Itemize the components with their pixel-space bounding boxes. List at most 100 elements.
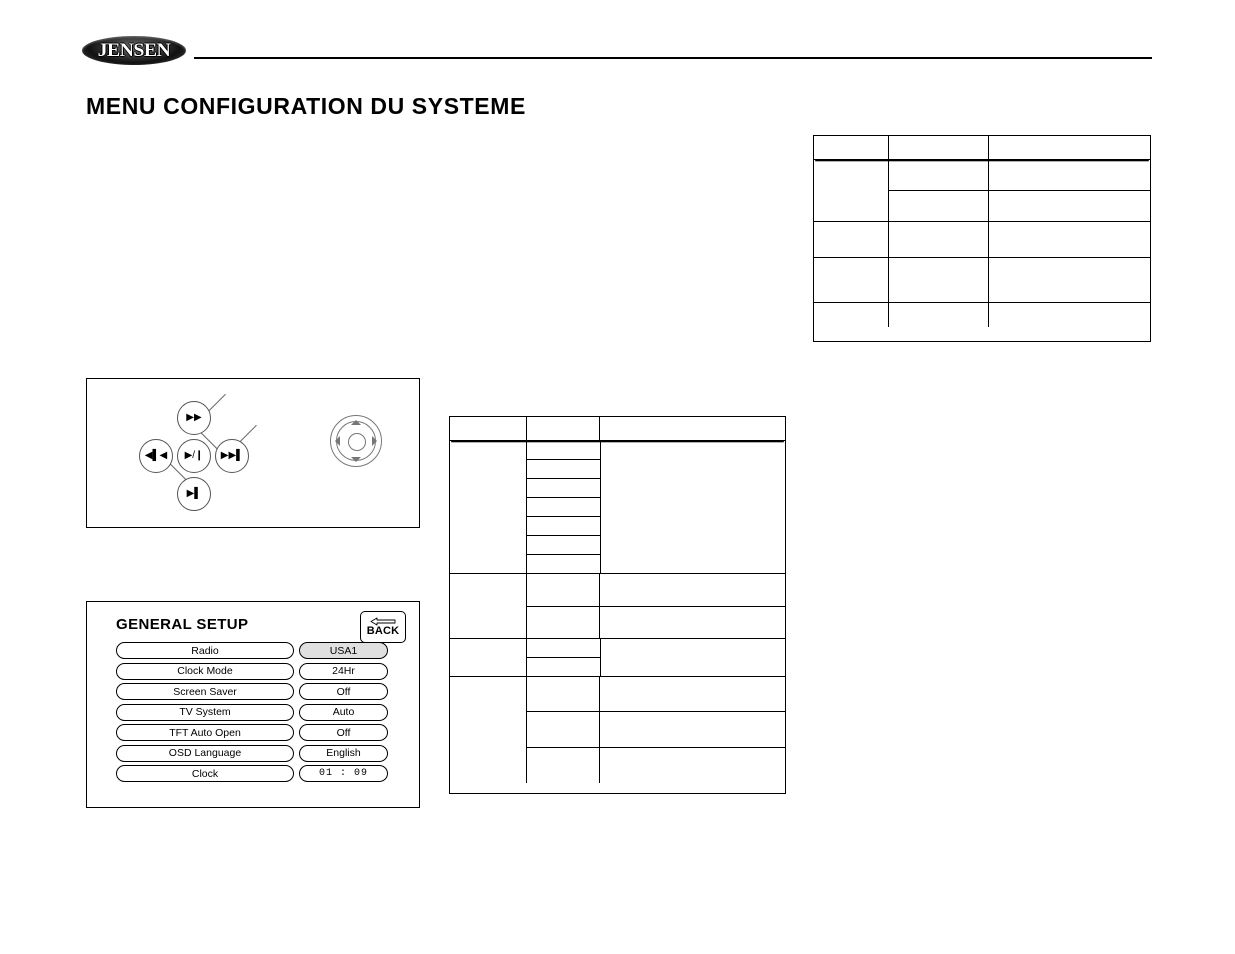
table-cell-description	[600, 441, 785, 573]
step-button[interactable]: ▶▌	[177, 477, 211, 511]
table-cell-option	[527, 441, 600, 460]
osd-label-clock[interactable]: Clock	[116, 765, 294, 782]
osd-value-radio[interactable]: USA1	[299, 642, 388, 659]
directional-pad[interactable]	[330, 415, 382, 467]
osd-value-tft-auto-open[interactable]: Off	[299, 724, 388, 741]
table-cell-group-label	[450, 677, 527, 783]
table-cell-description	[600, 748, 785, 783]
table-subrow	[527, 677, 785, 713]
table-cell-option	[889, 160, 989, 190]
table-header-cell-1	[450, 417, 527, 440]
table-cell-description	[600, 677, 785, 711]
table-cell-group-label	[450, 639, 527, 676]
table-row	[450, 574, 785, 639]
table-cell-option	[527, 606, 600, 638]
table-subrow	[889, 160, 1150, 191]
osd-value-osd-language[interactable]: English	[299, 744, 388, 762]
table-header-cell-3	[600, 417, 785, 440]
osd-label-tft-auto-open[interactable]: TFT Auto Open	[116, 724, 294, 741]
table-cell-group-label	[814, 258, 889, 302]
table-cell-description	[600, 712, 785, 747]
table-row	[814, 258, 1150, 303]
table-cell-option	[527, 517, 600, 536]
remote-button-diagram: ▶▶ ◀▌◀ ▶/❙ ▶▶▌ ▶▌	[86, 378, 420, 528]
back-button-label: BACK	[366, 625, 400, 637]
table-row	[814, 222, 1150, 258]
next-track-button[interactable]: ▶▶▌	[215, 439, 249, 473]
osd-value-screen-saver[interactable]: Off	[299, 683, 388, 700]
table-header-cell-2	[527, 417, 600, 440]
settings-reference-table-top-right	[813, 135, 1151, 342]
table-cell-description	[989, 258, 1150, 302]
jensen-logo-text: JENSEN	[97, 40, 171, 61]
osd-row-radio: Radio USA1	[116, 642, 388, 659]
dpad-up-arrow-icon[interactable]	[351, 420, 361, 425]
table-header-row	[814, 136, 1150, 160]
table-cell-group-label	[450, 574, 527, 638]
table-subrow	[889, 191, 1150, 221]
settings-reference-table-bottom	[449, 416, 786, 794]
table-cell-description	[989, 191, 1150, 221]
table-header-cell-1	[814, 136, 889, 159]
jensen-ellipse-logo: JENSEN	[82, 36, 186, 65]
osd-value-clock-mode[interactable]: 24Hr	[299, 662, 388, 680]
table-cell-group-label	[814, 222, 889, 257]
fast-forward-icon: ▶▶	[186, 412, 202, 423]
table-subrow	[527, 712, 785, 749]
table-row	[450, 677, 785, 783]
table-cell-description	[989, 303, 1150, 327]
table-cell-option	[527, 677, 600, 712]
table-cell-option	[527, 479, 600, 498]
osd-row-clock: Clock 01 : 09	[116, 765, 388, 782]
table-header-row	[450, 417, 785, 441]
table-row	[814, 303, 1150, 327]
table-subrow	[527, 606, 785, 639]
table-row	[450, 639, 785, 677]
fast-forward-button[interactable]: ▶▶	[177, 401, 211, 435]
table-cell-option	[527, 460, 600, 479]
dpad-down-arrow-icon[interactable]	[351, 457, 361, 462]
table-cell-option	[527, 658, 600, 676]
table-cell-group-label	[814, 160, 889, 221]
osd-row-tft-auto-open: TFT Auto Open Off	[116, 724, 388, 741]
table-cell-group-label	[450, 441, 527, 573]
table-cell-option	[527, 748, 600, 783]
osd-label-radio[interactable]: Radio	[116, 642, 294, 659]
dpad-center-hub[interactable]	[348, 433, 366, 451]
osd-row-clock-mode: Clock Mode 24Hr	[116, 662, 388, 680]
table-subrow	[889, 258, 1150, 302]
table-subrow	[527, 748, 785, 783]
play-pause-icon: ▶/❙	[184, 450, 204, 461]
osd-label-screen-saver[interactable]: Screen Saver	[116, 683, 294, 700]
previous-track-button[interactable]: ◀▌◀	[139, 439, 173, 473]
osd-row-tv-system: TV System Auto	[116, 703, 388, 721]
dpad-right-arrow-icon[interactable]	[372, 436, 377, 446]
previous-track-icon: ◀▌◀	[144, 450, 168, 461]
table-cell-option	[889, 258, 989, 302]
osd-label-clock-mode[interactable]: Clock Mode	[116, 662, 294, 680]
table-cell-option	[527, 639, 600, 658]
osd-label-osd-language[interactable]: OSD Language	[116, 744, 294, 762]
table-cell-option	[527, 555, 600, 573]
step-icon: ▶▌	[186, 488, 202, 499]
osd-label-tv-system[interactable]: TV System	[116, 703, 294, 721]
osd-row-osd-language: OSD Language English	[116, 744, 388, 762]
header-divider-rule	[194, 57, 1152, 59]
table-cell-description	[989, 222, 1150, 257]
table-cell-option	[527, 536, 600, 555]
osd-value-clock[interactable]: 01 : 09	[299, 765, 388, 782]
play-pause-button[interactable]: ▶/❙	[177, 439, 211, 473]
table-cell-option	[889, 191, 989, 221]
next-track-icon: ▶▶▌	[220, 450, 244, 461]
table-cell-description	[600, 607, 785, 639]
osd-panel-title: GENERAL SETUP	[116, 616, 249, 633]
back-button[interactable]: BACK	[360, 611, 406, 643]
table-row	[450, 441, 785, 574]
table-cell-option	[527, 712, 600, 748]
table-cell-description	[600, 639, 785, 676]
table-cell-group-label	[814, 303, 889, 327]
table-subrow	[889, 222, 1150, 257]
dpad-left-arrow-icon[interactable]	[335, 436, 340, 446]
table-row	[814, 160, 1150, 222]
osd-value-tv-system[interactable]: Auto	[299, 703, 388, 721]
